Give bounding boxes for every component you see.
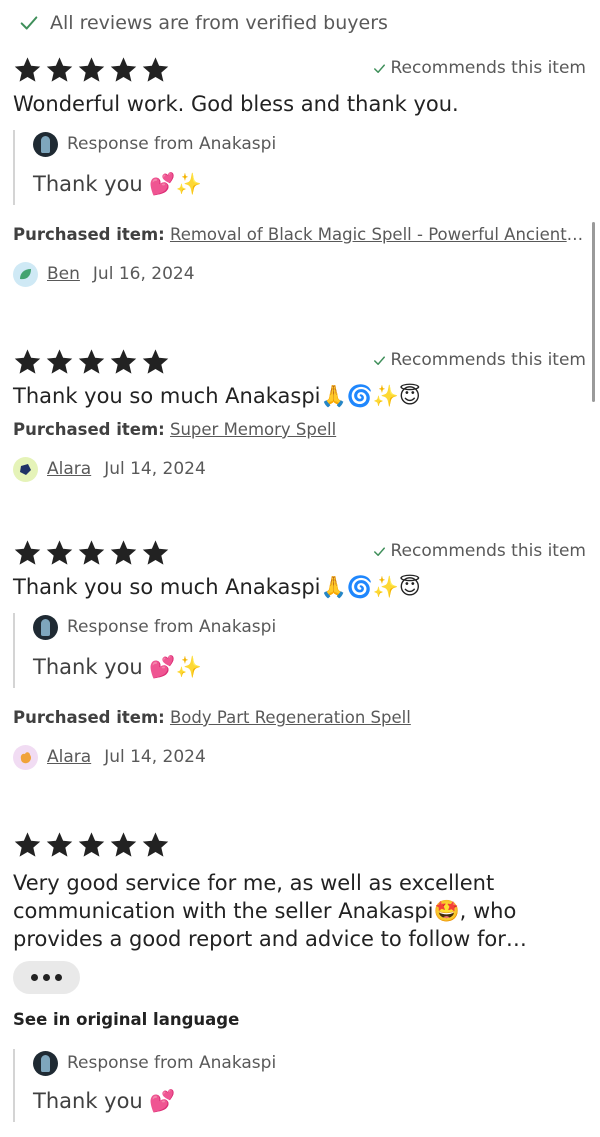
star-icon bbox=[110, 540, 137, 565]
shop-avatar-icon bbox=[33, 131, 58, 157]
check-icon bbox=[373, 63, 385, 73]
review-date: Jul 16, 2024 bbox=[92, 264, 195, 284]
see-original-language-link[interactable]: See in original language bbox=[13, 1010, 586, 1029]
star-icon bbox=[46, 57, 73, 82]
star-icon bbox=[78, 540, 105, 565]
star-icon bbox=[110, 349, 137, 374]
review-text: Very good service for me, as well as exc… bbox=[13, 871, 527, 951]
star-icon bbox=[142, 57, 169, 82]
recommends-badge: Recommends this item bbox=[372, 541, 586, 561]
check-icon bbox=[373, 546, 385, 556]
review-date: Jul 14, 2024 bbox=[104, 459, 206, 479]
response-text: Thank you 💕✨ bbox=[33, 655, 202, 679]
orange-blob-icon bbox=[13, 744, 38, 770]
star-icon bbox=[110, 57, 137, 82]
review-date: Jul 14, 2024 bbox=[104, 747, 206, 767]
check-icon bbox=[373, 355, 385, 365]
purchased-item-link[interactable]: Removal of Black Magic Spell - Powerful … bbox=[170, 225, 587, 244]
response-label: Response from Anakaspi bbox=[67, 134, 277, 154]
star-icon bbox=[142, 540, 169, 565]
star-rating bbox=[13, 831, 170, 859]
star-icon bbox=[14, 832, 41, 857]
star-icon bbox=[14, 349, 41, 374]
more-dots-icon[interactable] bbox=[13, 961, 80, 994]
shop-avatar-icon bbox=[33, 614, 58, 640]
seller-response: Response from Anakaspi Thank you 💕 bbox=[13, 1049, 586, 1122]
review-card: Recommends this item Thank you so much A… bbox=[13, 539, 586, 771]
star-icon bbox=[14, 57, 41, 82]
review-card: Very good service for me, as well as exc… bbox=[13, 831, 586, 1122]
purchased-item: Purchased item: Super Memory Spell bbox=[13, 420, 337, 439]
purchased-item-link[interactable]: Body Part Regeneration Spell bbox=[170, 708, 411, 727]
star-rating bbox=[13, 348, 170, 376]
recommends-badge: Recommends this item bbox=[372, 58, 586, 78]
star-icon bbox=[78, 832, 105, 857]
green-leaf-icon bbox=[13, 261, 38, 287]
star-icon bbox=[110, 832, 137, 857]
shop-avatar-icon bbox=[33, 1050, 58, 1076]
star-icon bbox=[46, 540, 73, 565]
recommends-badge: Recommends this item bbox=[372, 350, 586, 370]
star-icon bbox=[78, 349, 105, 374]
purchased-item-link[interactable]: Super Memory Spell bbox=[170, 420, 336, 439]
review-card: Recommends this item Thank you so much A… bbox=[13, 348, 586, 483]
star-icon bbox=[78, 57, 105, 82]
verified-buyers-banner: All reviews are from verified buyers bbox=[18, 10, 388, 36]
response-label: Response from Anakaspi bbox=[67, 617, 277, 637]
star-icon bbox=[142, 349, 169, 374]
scrollbar[interactable] bbox=[592, 222, 595, 402]
review-text: Wonderful work. God bless and thank you. bbox=[13, 92, 459, 116]
seller-response: Response from Anakaspi Thank you 💕✨ bbox=[13, 613, 586, 688]
review-card: Recommends this item Wonderful work. God… bbox=[13, 56, 587, 288]
star-icon bbox=[142, 832, 169, 857]
reviewer-name-link[interactable]: Alara bbox=[47, 459, 91, 479]
reviewer-info: Alara Jul 14, 2024 bbox=[13, 743, 586, 771]
navy-gem-icon bbox=[13, 456, 38, 482]
review-text: Thank you so much Anakaspi🙏🌀✨😇 bbox=[13, 384, 421, 408]
star-rating bbox=[13, 56, 170, 84]
response-label: Response from Anakaspi bbox=[67, 1053, 277, 1073]
reviewer-info: Ben Jul 16, 2024 bbox=[13, 260, 586, 288]
purchased-item: Purchased item: Body Part Regeneration S… bbox=[13, 708, 411, 727]
star-icon bbox=[14, 540, 41, 565]
response-text: Thank you 💕✨ bbox=[33, 172, 202, 196]
star-icon bbox=[46, 349, 73, 374]
response-text: Thank you 💕 bbox=[33, 1089, 176, 1113]
verified-banner-text: All reviews are from verified buyers bbox=[50, 12, 388, 34]
star-icon bbox=[46, 832, 73, 857]
check-icon bbox=[20, 16, 38, 30]
reviewer-info: Alara Jul 14, 2024 bbox=[13, 455, 586, 483]
reviewer-name-link[interactable]: Alara bbox=[47, 747, 91, 767]
seller-response: Response from Anakaspi Thank you 💕✨ bbox=[13, 130, 586, 205]
reviewer-name-link[interactable]: Ben bbox=[47, 264, 80, 284]
purchased-item: Purchased item: Removal of Black Magic S… bbox=[13, 225, 587, 244]
review-text: Thank you so much Anakaspi🙏🌀✨😇 bbox=[13, 575, 421, 599]
star-rating bbox=[13, 539, 170, 567]
